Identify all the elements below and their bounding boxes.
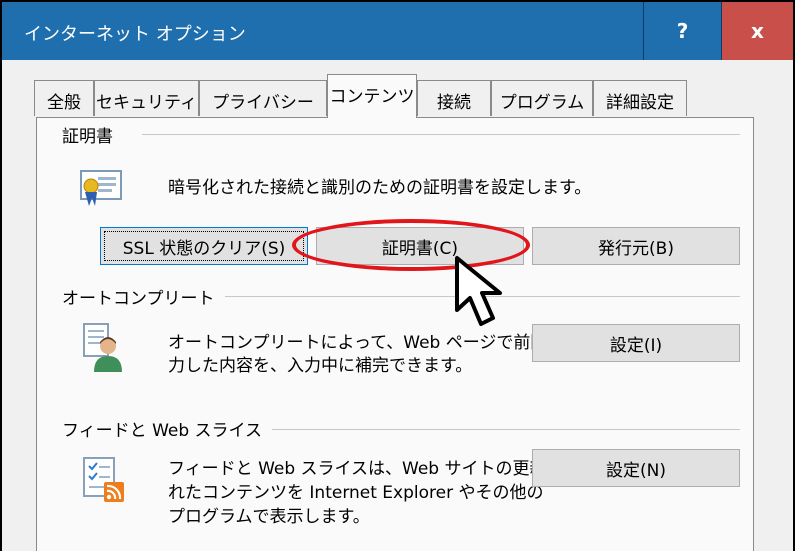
tab-connections[interactable]: 接続 bbox=[417, 80, 491, 116]
certificates-heading: 証明書 bbox=[62, 122, 123, 147]
feeds-description-line1: フィードと Web スライスは、Web サイトの更新さ bbox=[168, 459, 564, 479]
certificates-button-label: 証明書(C) bbox=[381, 238, 459, 259]
autocomplete-settings-label: 設定(I) bbox=[609, 335, 663, 356]
close-button[interactable]: x bbox=[722, 2, 793, 60]
feeds-description-line2: れたコンテンツを Internet Explorer やその他の bbox=[168, 483, 544, 503]
clear-ssl-state-label: SSL 状態のクリア(S) bbox=[122, 238, 286, 259]
autocomplete-description-line2: 力した内容を、入力中に補完できます。 bbox=[168, 356, 473, 376]
tab-general[interactable]: 全般 bbox=[34, 80, 94, 116]
feeds-divider bbox=[252, 429, 740, 430]
publishers-button[interactable]: 発行元(B) bbox=[532, 227, 740, 265]
feeds-settings-label: 設定(N) bbox=[606, 460, 666, 481]
autocomplete-heading: オートコンプリート bbox=[62, 284, 225, 309]
help-button[interactable]: ? bbox=[643, 2, 722, 60]
tab-advanced[interactable]: 詳細設定 bbox=[593, 80, 687, 116]
tab-content[interactable]: コンテンツ bbox=[327, 74, 417, 118]
title-bar: インターネット オプション ? x bbox=[2, 2, 793, 60]
certificates-divider bbox=[142, 134, 740, 135]
autocomplete-settings-button[interactable]: 設定(I) bbox=[532, 324, 740, 362]
clear-ssl-state-button[interactable]: SSL 状態のクリア(S) bbox=[100, 227, 308, 265]
publishers-button-label: 発行元(B) bbox=[598, 238, 674, 259]
feeds-rss-icon bbox=[83, 457, 124, 502]
window-title: インターネット オプション bbox=[24, 24, 246, 45]
mouse-pointer-icon bbox=[455, 256, 502, 326]
autocomplete-description-line1: オートコンプリートによって、Web ページで前回入 bbox=[168, 333, 565, 353]
tab-programs[interactable]: プログラム bbox=[491, 80, 593, 116]
autocomplete-user-icon bbox=[83, 323, 122, 372]
feeds-description-line3: プログラムで表示します。 bbox=[168, 507, 370, 527]
certificates-description: 暗号化された接続と識別のための証明書を設定します。 bbox=[168, 178, 592, 198]
certificate-icon bbox=[80, 170, 122, 206]
tab-privacy[interactable]: プライバシー bbox=[199, 80, 327, 116]
internet-options-dialog: インターネット オプション ? x 全般 セキュリティ プライバシー コンテンツ… bbox=[0, 0, 795, 551]
tab-security[interactable]: セキュリティ bbox=[94, 80, 199, 116]
feeds-settings-button[interactable]: 設定(N) bbox=[532, 449, 740, 487]
tab-strip: 全般 セキュリティ プライバシー コンテンツ 接続 プログラム 詳細設定 bbox=[34, 74, 754, 118]
feeds-heading: フィードと Web スライス bbox=[62, 416, 273, 441]
